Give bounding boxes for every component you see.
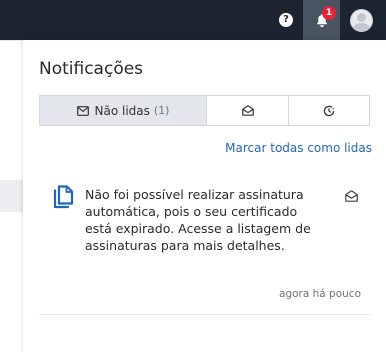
notification-message: Não foi possível realizar assinatura aut… [85, 187, 311, 253]
tab-history[interactable] [288, 96, 369, 125]
user-avatar[interactable] [350, 9, 373, 32]
clock-history-icon [323, 105, 335, 116]
page-divider [0, 40, 23, 41]
mark-as-read-icon[interactable] [345, 190, 358, 202]
document-copy-icon [53, 185, 74, 209]
notifications-button[interactable]: 1 [303, 0, 340, 40]
background-list-item [0, 180, 23, 212]
notification-tabs: Não lidas (1) [39, 95, 370, 126]
help-button[interactable]: ? [279, 13, 293, 27]
notifications-panel: Notificações Não lidas (1) Marcar todas … [23, 40, 386, 352]
top-navigation-bar: ? 1 [0, 0, 386, 40]
mark-all-read-link[interactable]: Marcar todas como lidas [225, 141, 372, 155]
tab-unread-count: (1) [153, 104, 170, 117]
tab-read[interactable] [206, 96, 288, 125]
envelope-closed-icon [76, 105, 89, 116]
envelope-open-icon [241, 105, 254, 116]
background-page [0, 40, 23, 352]
notification-item[interactable]: Não foi possível realizar assinatura aut… [39, 174, 370, 315]
tab-unread[interactable]: Não lidas (1) [40, 96, 206, 125]
notification-timestamp: agora há pouco [279, 288, 361, 300]
help-icon: ? [283, 14, 289, 25]
tab-unread-label: Não lidas [94, 103, 150, 118]
notification-count-badge: 1 [322, 6, 336, 20]
panel-title: Notificações [39, 59, 144, 79]
